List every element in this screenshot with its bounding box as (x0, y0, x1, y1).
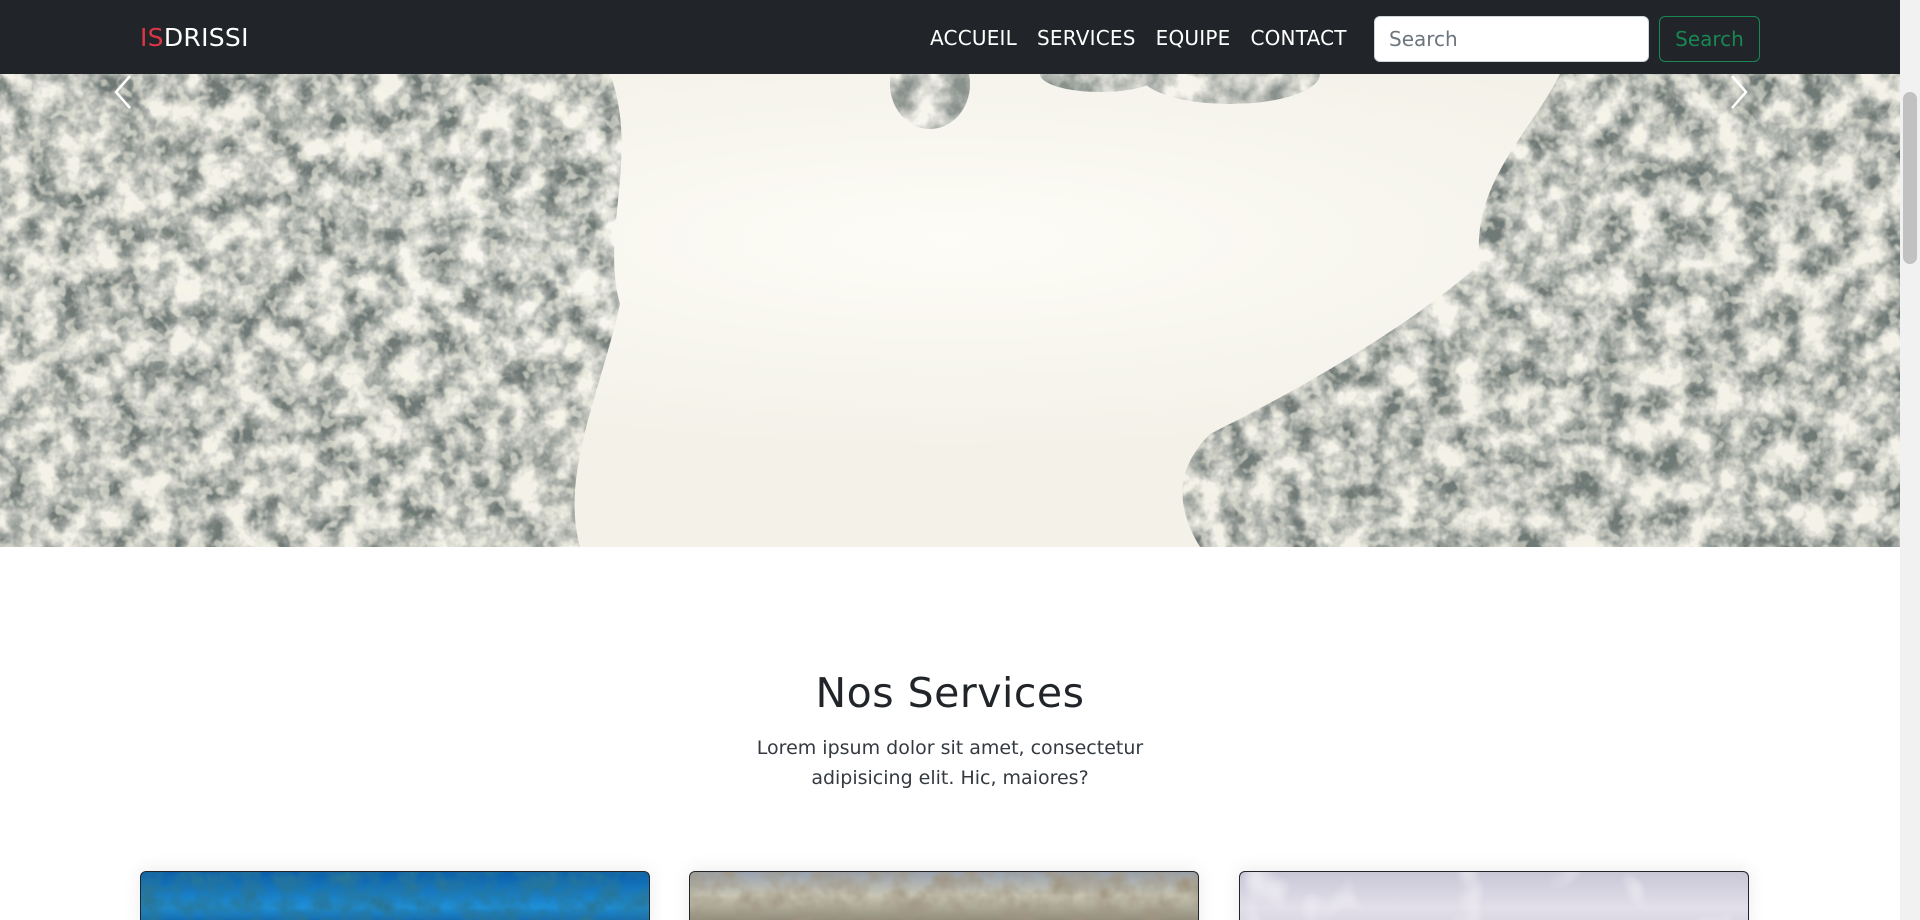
service-card-2-image (690, 872, 1198, 920)
service-card-1[interactable] (140, 871, 650, 920)
scrollbar-thumb[interactable] (1903, 92, 1917, 264)
nav-links: ACCUEIL SERVICES EQUIPE CONTACT (930, 22, 1347, 54)
chevron-right-icon (1731, 75, 1748, 109)
services-subtitle: Lorem ipsum dolor sit amet, consectetur … (756, 737, 1144, 789)
carousel-next-button[interactable] (1728, 74, 1788, 124)
nav-link-equipe[interactable]: EQUIPE (1156, 22, 1231, 54)
search-button[interactable]: Search (1659, 16, 1760, 62)
nav-link-contact[interactable]: CONTACT (1250, 22, 1346, 54)
page-scrollbar[interactable] (1900, 0, 1920, 920)
hero-image (0, 74, 1900, 547)
navbar: ISDRISSI ACCUEIL SERVICES EQUIPE CONTACT… (0, 0, 1900, 74)
brand-logo[interactable]: ISDRISSI (140, 22, 249, 54)
nav-link-services[interactable]: SERVICES (1037, 22, 1136, 54)
services-title: Nos Services (815, 669, 1085, 717)
search-form: Search (1374, 16, 1760, 62)
nav-link-accueil[interactable]: ACCUEIL (930, 22, 1017, 54)
service-card-3-image (1240, 872, 1748, 920)
brand-rest-text: DRISSI (163, 23, 249, 52)
services-section: Nos Services Lorem ipsum dolor sit amet,… (0, 547, 1900, 920)
search-input[interactable] (1374, 16, 1649, 62)
service-card-3[interactable] (1239, 871, 1749, 920)
brand-accent-text: IS (140, 23, 164, 52)
hero-carousel (0, 74, 1900, 547)
service-card-2[interactable] (689, 871, 1199, 920)
chevron-left-icon (114, 75, 131, 109)
service-card-1-image (141, 872, 649, 920)
carousel-prev-button[interactable] (112, 74, 172, 124)
